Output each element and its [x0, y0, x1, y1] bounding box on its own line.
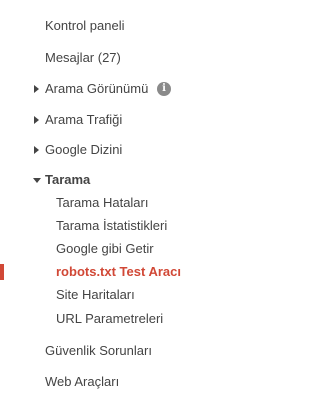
nav-item-kontrol-paneli[interactable]: Kontrol paneli	[0, 15, 200, 37]
nav-item-label: Arama Trafiği	[45, 112, 123, 127]
subnav-item-label: Google gibi Getir	[56, 241, 154, 256]
nav-item-label: Google Dizini	[45, 142, 123, 157]
sidebar-nav: Kontrol paneli Mesajlar (27) Arama Görün…	[0, 0, 230, 409]
triangle-right-icon	[34, 85, 39, 93]
subnav-item-label-active: robots.txt Test Aracı	[56, 264, 181, 279]
nav-item-arama-gorunumu[interactable]: Arama Görünümü i	[0, 78, 200, 100]
nav-item-label: Kontrol paneli	[45, 18, 125, 33]
nav-item-arama-trafigi[interactable]: Arama Trafiği	[0, 109, 200, 131]
nav-item-label: Mesajlar (27)	[45, 50, 121, 65]
info-icon[interactable]: i	[157, 82, 171, 96]
triangle-right-icon	[34, 116, 39, 124]
subnav-item-label: Tarama İstatistikleri	[56, 218, 168, 233]
subnav-item-tarama-istatistikleri[interactable]: Tarama İstatistikleri	[0, 215, 200, 237]
subnav-item-label: Site Haritaları	[56, 287, 135, 302]
subnav-item-label: URL Parametreleri	[56, 311, 164, 326]
subnav-item-robots-txt-test-araci[interactable]: robots.txt Test Aracı	[0, 261, 200, 283]
nav-item-google-dizini[interactable]: Google Dizini	[0, 139, 200, 161]
subnav-item-url-parametreleri[interactable]: URL Parametreleri	[0, 308, 200, 330]
nav-item-label: Tarama	[45, 172, 91, 187]
subnav-item-site-haritalari[interactable]: Site Haritaları	[0, 284, 200, 306]
subnav-item-tarama-hatalari[interactable]: Tarama Hataları	[0, 192, 200, 214]
nav-item-guvenlik-sorunlari[interactable]: Güvenlik Sorunları	[0, 340, 200, 362]
nav-item-label: Arama Görünümü	[45, 81, 149, 96]
nav-item-label: Güvenlik Sorunları	[45, 343, 152, 358]
subnav-item-google-gibi-getir[interactable]: Google gibi Getir	[0, 238, 200, 260]
triangle-down-icon	[33, 178, 41, 183]
nav-item-label: Web Araçları	[45, 374, 120, 389]
subnav-item-label: Tarama Hataları	[56, 195, 149, 210]
nav-item-mesajlar[interactable]: Mesajlar (27)	[0, 47, 200, 69]
nav-item-tarama[interactable]: Tarama	[0, 169, 200, 191]
nav-item-web-araclari[interactable]: Web Araçları	[0, 371, 200, 393]
triangle-right-icon	[34, 146, 39, 154]
